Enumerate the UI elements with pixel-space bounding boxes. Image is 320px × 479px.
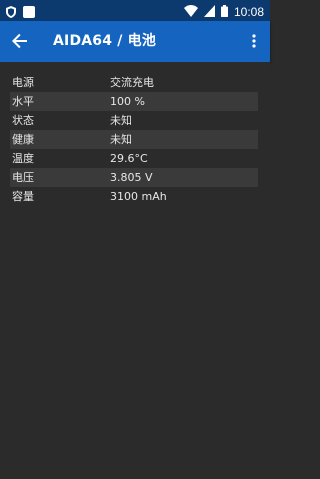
- wifi-icon: [183, 2, 198, 21]
- row-value: 100 %: [110, 95, 145, 108]
- row-label: 健康: [12, 133, 34, 146]
- app-bar: AIDA64 / 电池: [0, 21, 270, 62]
- notification-icon: [23, 3, 35, 22]
- back-button[interactable]: [8, 29, 32, 53]
- status-time: 10:08: [233, 4, 264, 19]
- row-value: 交流充电: [110, 76, 154, 89]
- row-value: 未知: [110, 133, 132, 146]
- row-value: 3100 mAh: [110, 190, 167, 203]
- battery-info-panel: 电源 交流充电 水平 100 % 状态 未知 健康 未知 温度 29.6°C 电…: [0, 62, 270, 479]
- row-label: 温度: [12, 152, 34, 165]
- overflow-menu-button[interactable]: [244, 29, 264, 53]
- row-label: 状态: [12, 114, 34, 127]
- arrow-back-icon: [12, 33, 27, 49]
- table-row-capacity: 容量 3100 mAh: [10, 187, 258, 206]
- status-bar-right: 10:08: [183, 2, 264, 21]
- table-row-status: 状态 未知: [10, 111, 258, 130]
- shield-icon: [6, 3, 16, 22]
- table-row-voltage: 电压 3.805 V: [10, 168, 258, 187]
- table-row-health: 健康 未知: [10, 130, 258, 149]
- row-label: 电源: [12, 76, 34, 89]
- table-row-power-source: 电源 交流充电: [10, 73, 258, 92]
- battery-icon: [220, 2, 228, 21]
- status-bar-left: [6, 3, 35, 22]
- row-label: 水平: [12, 95, 34, 108]
- row-label: 容量: [12, 190, 34, 203]
- row-value: 未知: [110, 114, 132, 127]
- row-value: 29.6°C: [110, 152, 148, 165]
- signal-icon: [203, 2, 215, 21]
- status-bar: 10:08: [0, 0, 270, 21]
- row-label: 电压: [12, 171, 34, 184]
- table-row-temperature: 温度 29.6°C: [10, 149, 258, 168]
- table-row-level: 水平 100 %: [10, 92, 258, 111]
- more-vert-icon: [252, 34, 256, 48]
- row-value: 3.805 V: [110, 171, 153, 184]
- page-title: AIDA64 / 电池: [53, 33, 157, 49]
- battery-table: 电源 交流充电 水平 100 % 状态 未知 健康 未知 温度 29.6°C 电…: [10, 73, 258, 206]
